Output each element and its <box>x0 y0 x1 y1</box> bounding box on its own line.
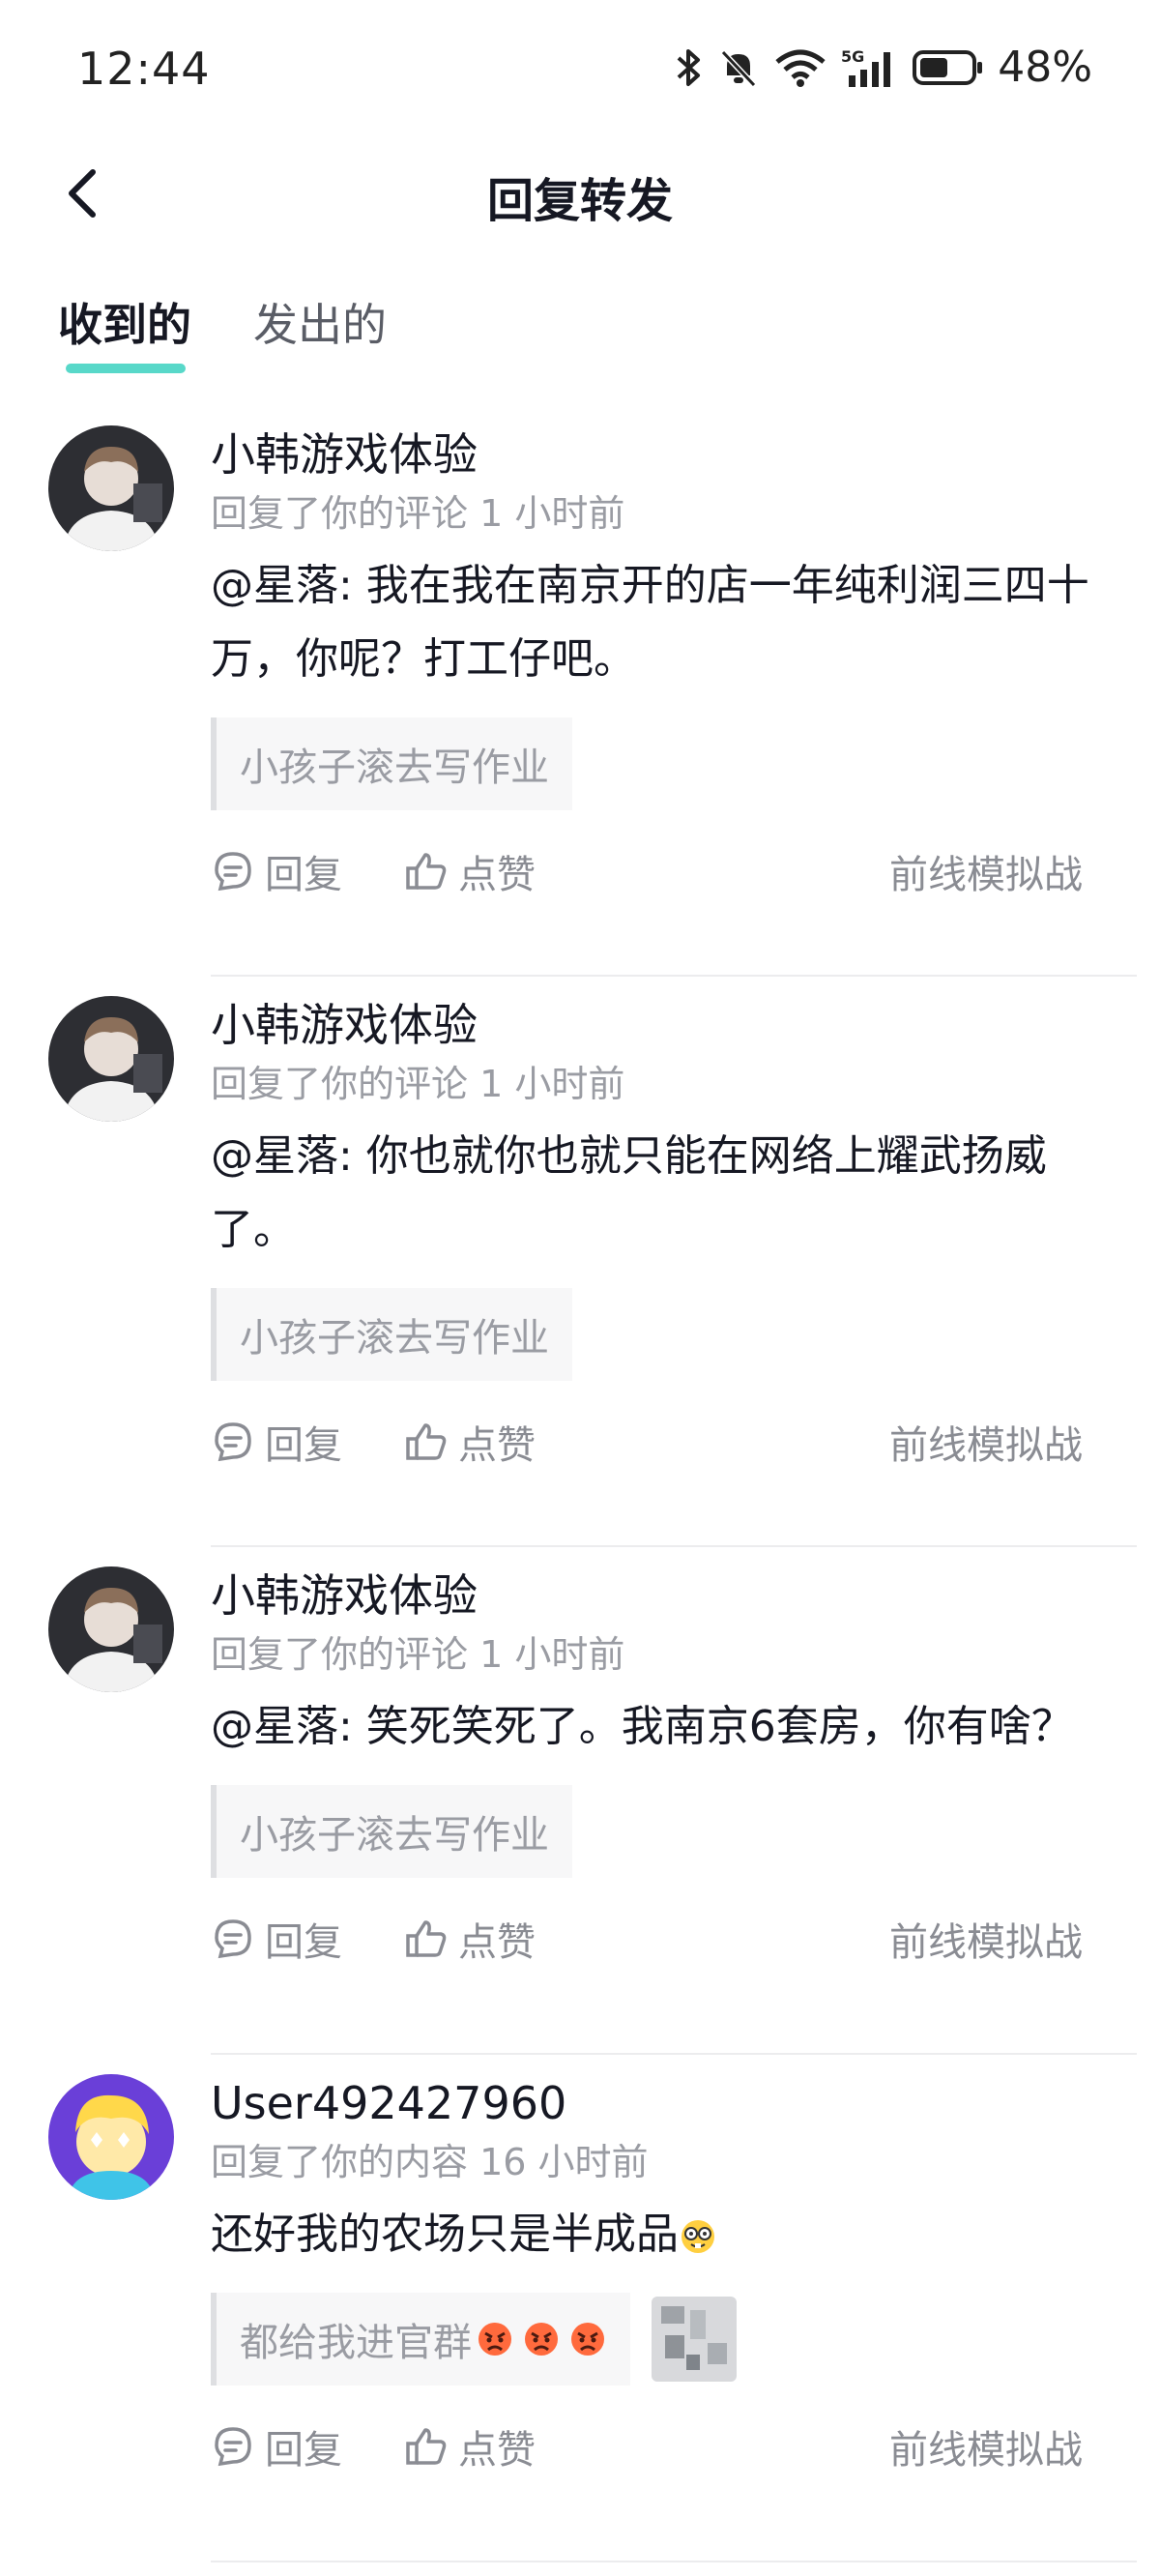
thumbs-up-icon <box>406 1920 447 1957</box>
like-label: 点赞 <box>458 1423 536 1468</box>
item-content: 小韩游戏体验 回复了你的评论 1 小时前 @星落: 我在我在南京开的店一年纯利润… <box>211 425 1112 921</box>
reply-button[interactable]: 回复 <box>211 1414 342 1470</box>
quoted-comment[interactable]: 小孩子滚去写作业 <box>211 1288 572 1381</box>
bluetooth-icon <box>677 48 701 86</box>
list-item[interactable]: 小韩游戏体验 回复了你的评论 1 小时前 @星落: 我在我在南京开的店一年纯利润… <box>0 406 1160 977</box>
like-label: 点赞 <box>458 1920 536 1965</box>
reply-text: @星落: 我在我在南京开的店一年纯利润三四十万，你呢？打工仔吧。 <box>211 561 1089 684</box>
comment-icon <box>215 2427 251 2467</box>
battery-percentage: 48% <box>998 43 1092 92</box>
thumbs-up-icon <box>406 853 447 890</box>
reply-meta: 回复了你的评论 1 小时前 <box>211 1633 625 1676</box>
user-name[interactable]: 小韩游戏体验 <box>211 996 1112 1054</box>
like-label: 点赞 <box>458 2428 536 2473</box>
tab-active-indicator <box>66 364 186 373</box>
nerd-emoji-icon <box>682 2220 714 2253</box>
comment-icon <box>215 852 251 892</box>
reply-text: @星落: 笑死笑死了。我南京6套房，你有啥？ <box>211 1702 1074 1751</box>
mute-bell-icon <box>721 49 757 87</box>
action-row: 回复 点赞 前线模拟战 <box>211 1414 1112 1491</box>
action-row: 回复 点赞 前线模拟战 <box>211 843 1112 921</box>
comment-icon <box>215 1422 251 1462</box>
like-label: 点赞 <box>458 853 536 897</box>
angry-emoji-icon <box>478 2323 511 2356</box>
like-button[interactable]: 点赞 <box>404 1911 536 1967</box>
tab-received-label: 收到的 <box>58 299 191 351</box>
quote-row: 都给我进官群 <box>211 2271 1112 2386</box>
action-row: 回复 点赞 前线模拟战 <box>211 1911 1112 1988</box>
list-item[interactable]: 小韩游戏体验 回复了你的评论 1 小时前 @星落: 笑死笑死了。我南京6套房，你… <box>0 1547 1160 2055</box>
angry-emoji-icon <box>525 2323 558 2356</box>
divider <box>211 2561 1137 2562</box>
list-item[interactable]: 小韩游戏体验 回复了你的评论 1 小时前 @星落: 你也就你也就只能在网络上耀武… <box>0 977 1160 1547</box>
comment-icon <box>215 1919 251 1959</box>
reply-meta: 回复了你的评论 1 小时前 <box>211 1063 625 1105</box>
tab-sent-label: 发出的 <box>253 299 387 351</box>
tab-received[interactable]: 收到的 <box>58 290 191 377</box>
quoted-comment-text: 小孩子滚去写作业 <box>240 746 549 790</box>
action-row: 回复 点赞 前线模拟战 <box>211 2418 1112 2496</box>
item-content: 小韩游戏体验 回复了你的评论 1 小时前 @星落: 你也就你也就只能在网络上耀武… <box>211 996 1112 1491</box>
avatar[interactable] <box>48 2074 174 2200</box>
avatar[interactable] <box>48 1566 174 1692</box>
battery-icon <box>913 49 983 85</box>
status-icons: 5G 48% <box>675 43 1092 92</box>
reply-label: 回复 <box>265 1920 342 1965</box>
5g-signal-icon: 5G <box>841 47 891 87</box>
user-name[interactable]: User492427960 <box>211 2074 1112 2132</box>
angry-emoji-icon <box>571 2323 604 2356</box>
thumbs-up-icon <box>406 1423 447 1460</box>
thumbs-up-icon <box>406 2428 447 2465</box>
list-item[interactable]: User492427960 回复了你的内容 16 小时前 还好我的农场只是半成品… <box>0 2055 1160 2562</box>
quoted-comment-text: 小孩子滚去写作业 <box>240 1813 549 1858</box>
quoted-comment[interactable]: 小孩子滚去写作业 <box>211 717 572 810</box>
reply-text: @星落: 你也就你也就只能在网络上耀武扬威了。 <box>211 1131 1047 1254</box>
tab-sent[interactable]: 发出的 <box>253 290 387 377</box>
svg-text:5G: 5G <box>841 47 864 66</box>
reply-meta: 回复了你的评论 1 小时前 <box>211 492 625 535</box>
notification-list: 小韩游戏体验 回复了你的评论 1 小时前 @星落: 我在我在南京开的店一年纯利润… <box>0 406 1160 2562</box>
content-thumbnail[interactable] <box>652 2297 737 2382</box>
wifi-icon <box>775 49 826 87</box>
like-button[interactable]: 点赞 <box>404 843 536 899</box>
status-time: 12:44 <box>77 43 211 95</box>
source-link[interactable]: 前线模拟战 <box>889 1911 1083 1967</box>
quoted-comment[interactable]: 小孩子滚去写作业 <box>211 1785 572 1878</box>
source-link[interactable]: 前线模拟战 <box>889 1414 1083 1470</box>
quoted-content[interactable]: 都给我进官群 <box>211 2293 630 2386</box>
avatar[interactable] <box>48 996 174 1122</box>
reply-label: 回复 <box>265 1423 342 1468</box>
quoted-comment-text: 小孩子滚去写作业 <box>240 1316 549 1361</box>
like-button[interactable]: 点赞 <box>404 2418 536 2474</box>
reply-button[interactable]: 回复 <box>211 2418 342 2474</box>
user-name[interactable]: 小韩游戏体验 <box>211 1566 1112 1625</box>
item-content: 小韩游戏体验 回复了你的评论 1 小时前 @星落: 笑死笑死了。我南京6套房，你… <box>211 1566 1112 1988</box>
reply-button[interactable]: 回复 <box>211 1911 342 1967</box>
user-name[interactable]: 小韩游戏体验 <box>211 425 1112 483</box>
quoted-content-text: 都给我进官群 <box>240 2321 472 2365</box>
page-title: 回复转发 <box>486 174 673 228</box>
reply-text-row: 还好我的农场只是半成品 <box>211 2198 1112 2271</box>
tab-bar: 收到的 发出的 <box>58 290 387 377</box>
item-content: User492427960 回复了你的内容 16 小时前 还好我的农场只是半成品… <box>211 2074 1112 2496</box>
reply-label: 回复 <box>265 2428 342 2473</box>
avatar[interactable] <box>48 425 174 551</box>
reply-meta: 回复了你的内容 16 小时前 <box>211 2141 649 2183</box>
source-link[interactable]: 前线模拟战 <box>889 2418 1083 2474</box>
reply-button[interactable]: 回复 <box>211 843 342 899</box>
reply-label: 回复 <box>265 853 342 897</box>
status-bar: 12:44 5G 48% <box>0 0 1160 135</box>
nav-bar: 回复转发 <box>0 135 1160 251</box>
source-link[interactable]: 前线模拟战 <box>889 843 1083 899</box>
like-button[interactable]: 点赞 <box>404 1414 536 1470</box>
reply-text: 还好我的农场只是半成品 <box>211 2210 679 2259</box>
